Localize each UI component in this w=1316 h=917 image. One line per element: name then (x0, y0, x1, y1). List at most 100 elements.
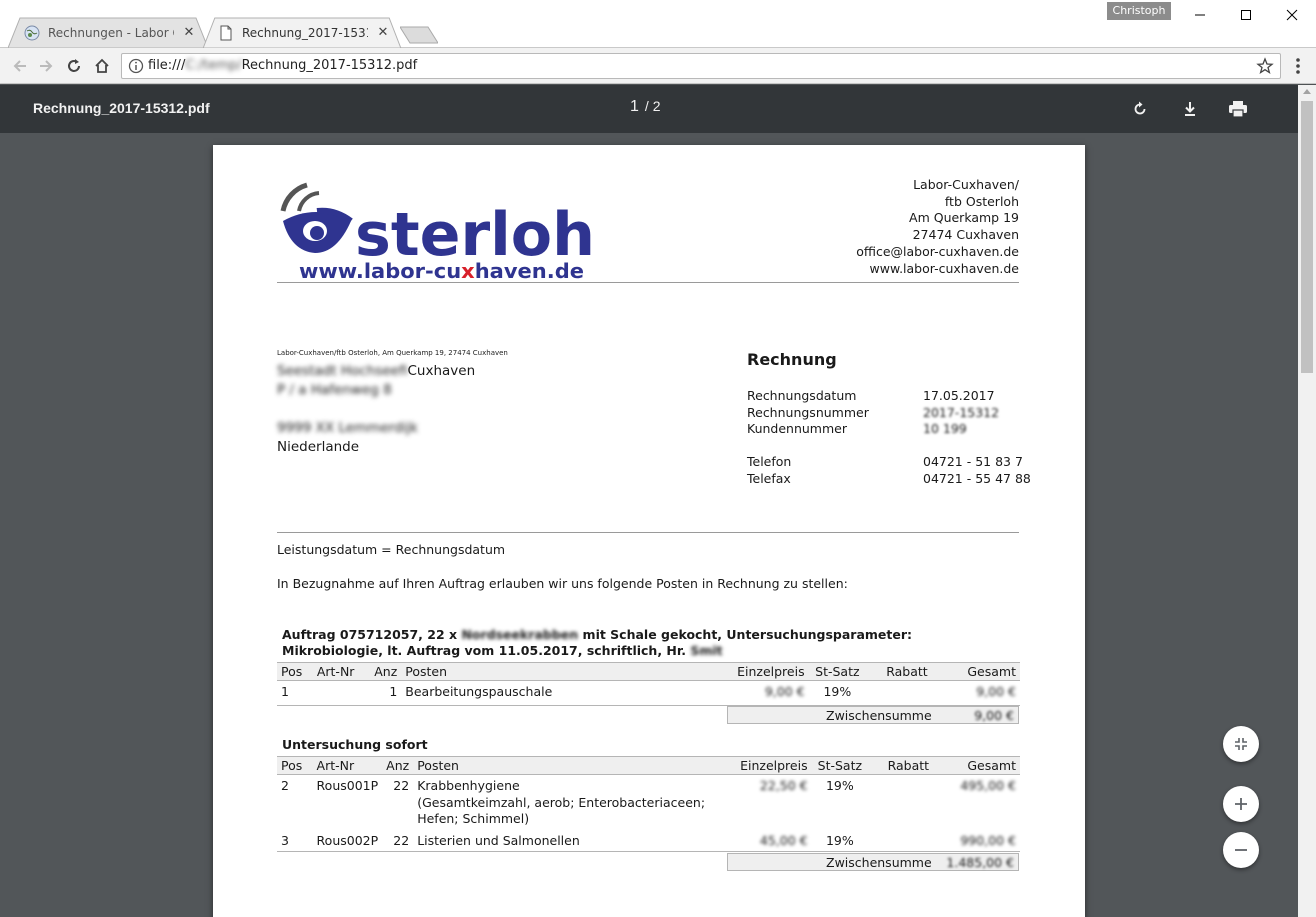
group-title-line-2: Mikrobiologie, lt. Auftrag vom 11.05.201… (282, 643, 912, 659)
sender-line: 27474 Cuxhaven (912, 227, 1019, 243)
vertical-scrollbar[interactable] (1298, 85, 1316, 917)
tab-labor-osterloh[interactable]: Rechnungen - Labor Oste (24, 17, 174, 48)
cell-posten: Krabbenhygiene (Gesamtkeimzahl, aerob; E… (413, 775, 736, 830)
cell-anz: 22 (393, 778, 410, 793)
subtotal-label: Zwischensumme (826, 708, 932, 723)
sender-line: ftb Osterloh (944, 193, 1019, 209)
home-button[interactable] (90, 54, 114, 78)
cell-st-satz: 19% (811, 829, 869, 852)
group-title-part: Mikrobiologie, lt. Auftrag vom 11.05.201… (282, 643, 691, 658)
col-header-pos: Pos (277, 662, 313, 681)
browser-titlebar: Rechnungen - Labor Oste ✕ Rechnung_2017-… (0, 0, 1316, 48)
sender-line: Am Querkamp 19 (909, 210, 1019, 226)
group-title-part: Auftrag 075712057, 22 x (282, 627, 462, 642)
group-title-line-1: Auftrag 075712057, 22 x Nordseekrabben m… (282, 627, 912, 643)
posten-line: Krabbenhygiene (417, 778, 520, 793)
subtotal-row: Zwischensumme 1.485,00 € (727, 853, 1019, 871)
cell-einzelpreis: 9,00 € (733, 680, 809, 706)
header-divider (277, 282, 1019, 283)
redacted-price: 22,50 € (759, 778, 808, 793)
cell-st-satz: 19% (825, 778, 854, 793)
minimize-button[interactable] (1177, 0, 1223, 30)
redacted-text: Seestadt Hochseefi (277, 363, 408, 379)
close-icon[interactable]: ✕ (376, 26, 390, 40)
print-button[interactable] (1226, 97, 1250, 121)
pdf-viewport[interactable]: sterloh www.labor-cu xhaven.de Labor-Cuxh… (0, 133, 1298, 917)
scroll-up-arrow[interactable] (1303, 89, 1311, 94)
posten-line: Hefen; Schimmel) (417, 811, 530, 826)
items-table: Pos Art-Nr Anz Posten Einzelpreis St-Sat… (277, 756, 1020, 852)
globe-icon (24, 25, 40, 41)
col-header-rabatt: Rabatt (868, 756, 934, 775)
invoice-date: 17.05.2017 (923, 388, 995, 403)
sender-email: office@labor-cuxhaven.de (856, 243, 1019, 259)
star-icon[interactable] (1256, 57, 1274, 75)
recipient-address: Seestadt HochseefiCuxhaven P / a Hafenwe… (277, 362, 475, 457)
logo-url-part-b: haven.de (475, 259, 584, 283)
col-header-anz: Anz (370, 662, 402, 681)
fax-number: 04721 - 55 47 88 (923, 470, 1031, 486)
col-header-pos: Pos (277, 756, 313, 775)
pdf-toolbar: Rechnung_2017-15312.pdf 1 / 2 (0, 85, 1316, 133)
recipient-city: Cuxhaven (407, 363, 476, 379)
download-button[interactable] (1178, 97, 1202, 121)
order-group-title: Auftrag 075712057, 22 x Nordseekrabben m… (282, 627, 912, 659)
cell-art: Rous001P (316, 778, 379, 793)
address-bar[interactable]: file:///C:/temp/Rechnung_2017-15312.pdf (121, 53, 1281, 79)
forward-button[interactable] (34, 54, 58, 78)
group-title-part: mit Schale gekocht, Untersuchungsparamet… (578, 627, 913, 642)
pdf-page: sterloh www.labor-cu xhaven.de Labor-Cuxh… (213, 145, 1085, 917)
redacted-price: 9,00 € (764, 684, 805, 699)
table-header-row: Pos Art-Nr Anz Posten Einzelpreis St-Sat… (277, 756, 1020, 775)
more-menu-icon[interactable] (1288, 56, 1308, 76)
redacted-price: 9,00 € (976, 684, 1016, 699)
logo-url-x: x (461, 259, 475, 283)
current-page-input[interactable]: 1 (630, 98, 639, 115)
maximize-button[interactable] (1223, 0, 1269, 30)
meta-label: Telefon (747, 454, 792, 470)
info-icon[interactable] (128, 58, 144, 74)
col-header-posten: Posten (401, 662, 734, 681)
zoom-out-button[interactable] (1223, 832, 1259, 868)
cell-anz: 22 (382, 829, 414, 852)
minus-icon (1235, 849, 1247, 851)
cell-pos: 1 (277, 680, 313, 706)
col-header-art: Art-Nr (312, 662, 371, 681)
reload-button[interactable] (62, 54, 86, 78)
zoom-in-button[interactable] (1223, 786, 1259, 822)
meta-row: Rechnungsnummer 2017-15312 (747, 405, 1031, 422)
cell-pos: 2 (281, 778, 289, 793)
meta-label: Telefax (747, 470, 791, 486)
total-pages: 2 (652, 98, 661, 114)
table-header-row: Pos Art-Nr Anz Posten Einzelpreis St-Sat… (277, 662, 1020, 681)
subtotal-value: 9,00 € (974, 708, 1014, 723)
close-window-button[interactable] (1269, 0, 1315, 30)
fit-page-icon (1235, 738, 1247, 750)
cell-rabatt (868, 829, 934, 852)
recipient-line-3: 9999 XX Lemmerdijk (277, 419, 475, 438)
redacted-text: 9999 XX Lemmerdijk (277, 420, 418, 436)
fit-to-page-button[interactable] (1223, 726, 1259, 762)
section-divider (277, 532, 1019, 533)
sender-address: Labor-Cuxhaven/ ftb Osterloh Am Querkamp… (856, 177, 1019, 277)
pdf-title: Rechnung_2017-15312.pdf (33, 100, 210, 116)
profile-badge[interactable]: Christoph (1107, 2, 1171, 20)
redacted-text: Nordseekrabben (461, 627, 579, 642)
rotate-button[interactable] (1128, 97, 1152, 121)
new-tab-button[interactable] (400, 26, 438, 44)
col-header-einzelpreis: Einzelpreis (736, 756, 812, 775)
tab-rechnung-pdf[interactable]: Rechnung_2017-15312.p (218, 17, 368, 48)
table-row: 3 Rous002P 22 Listerien und Salmonellen … (277, 829, 1020, 852)
col-header-einzelpreis: Einzelpreis (733, 662, 809, 681)
cell-anz: 1 (370, 680, 402, 706)
osterloh-logo: sterloh www.labor-cu xhaven.de (280, 182, 595, 283)
document-icon (218, 25, 234, 41)
page-indicator: 1 / 2 (630, 98, 660, 116)
close-icon[interactable]: ✕ (182, 26, 196, 40)
back-button[interactable] (8, 54, 32, 78)
cell-posten: Listerien und Salmonellen (413, 829, 737, 852)
scrollbar-thumb[interactable] (1301, 101, 1313, 373)
sender-line: Labor-Cuxhaven/ (913, 177, 1019, 192)
